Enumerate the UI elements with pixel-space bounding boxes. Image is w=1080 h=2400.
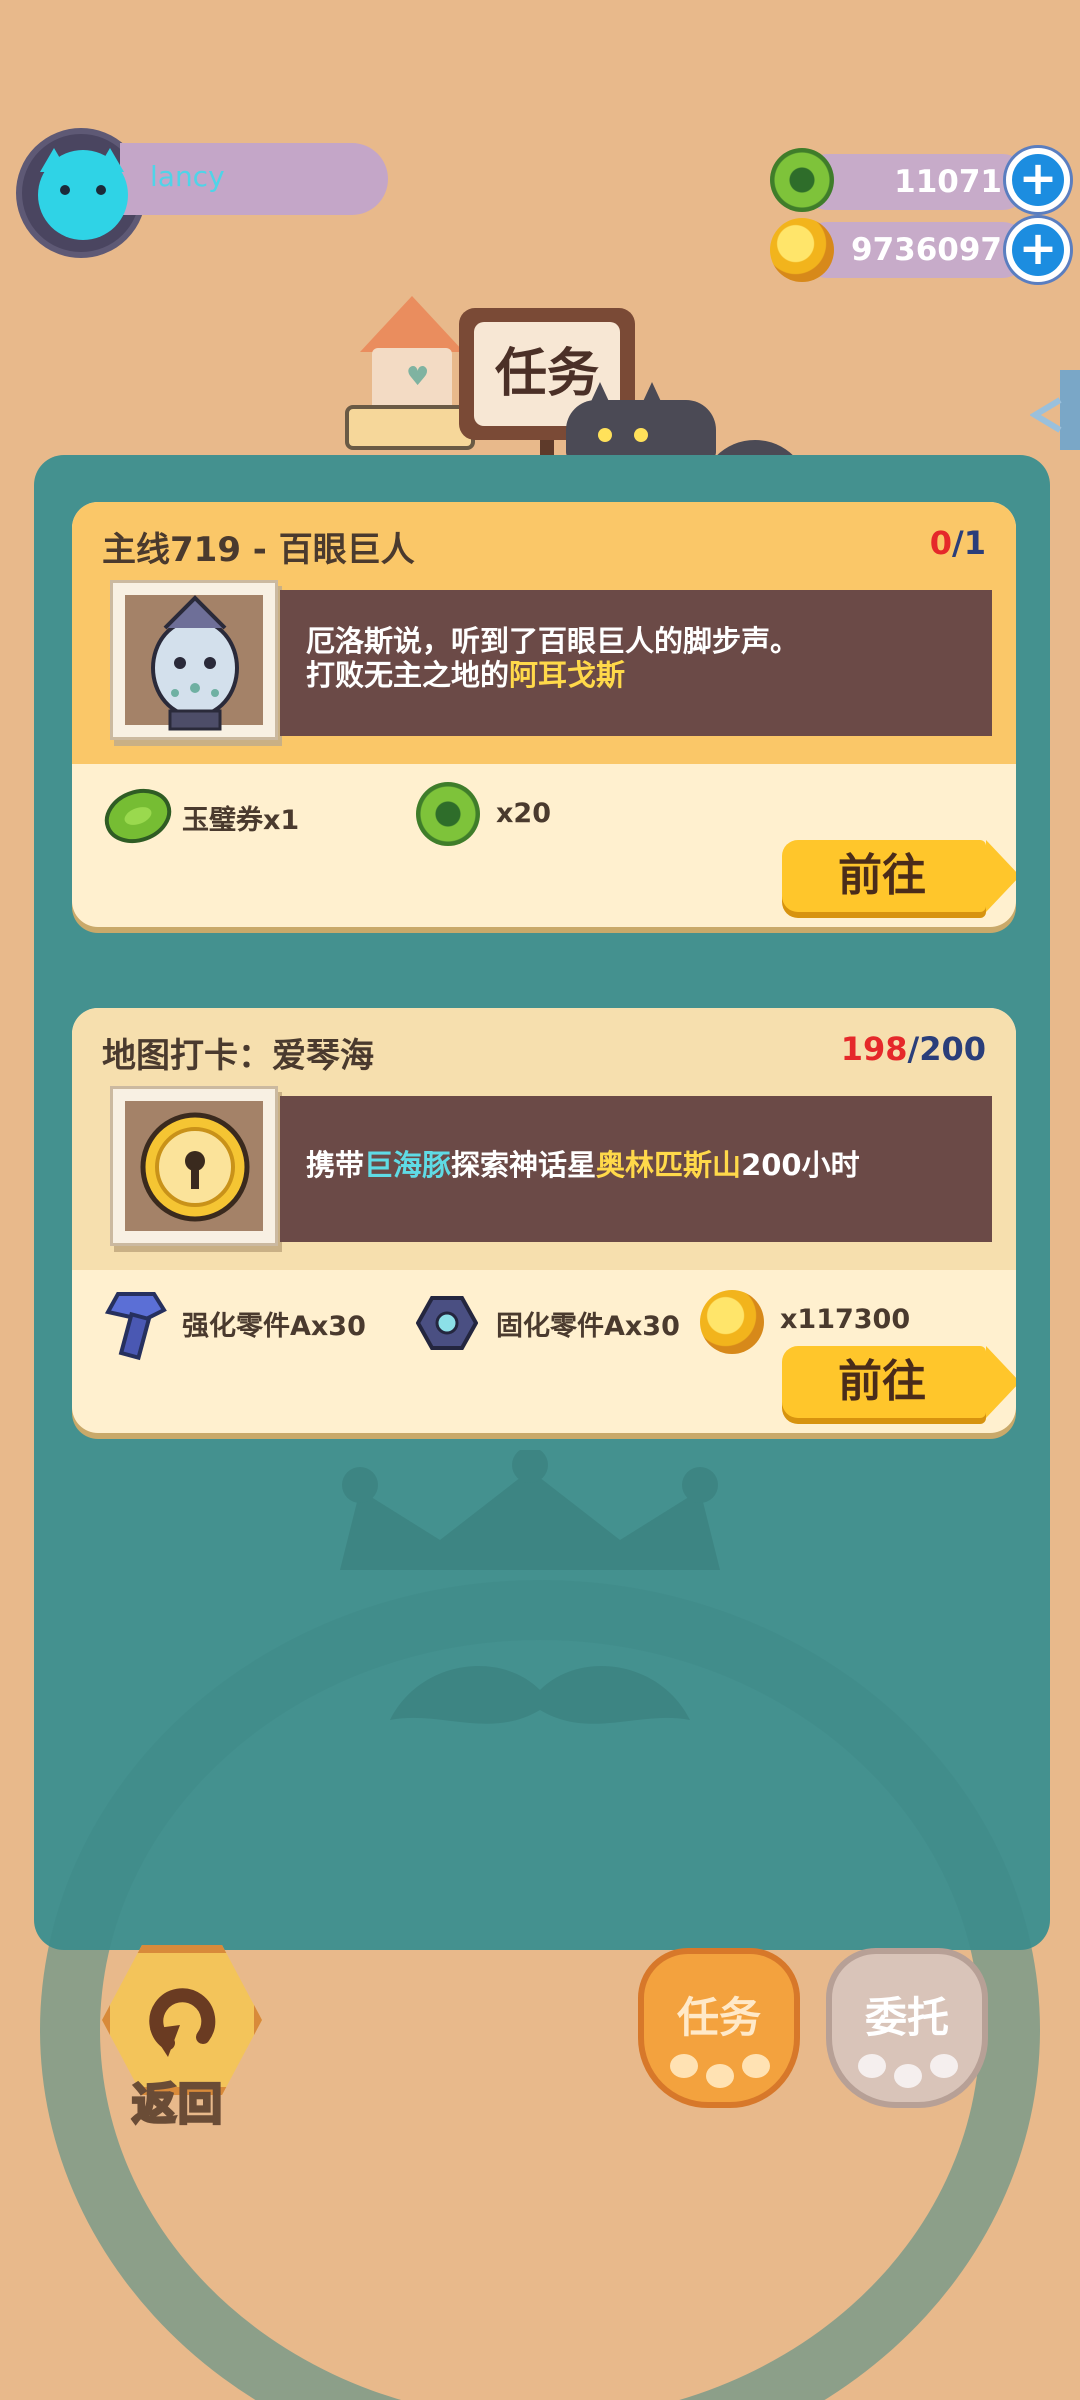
paw-toe — [670, 2054, 698, 2078]
return-arrow-icon — [149, 1988, 216, 2057]
task-description: 厄洛斯说，听到了百眼巨人的脚步声。 打败无主之地的阿耳戈斯 — [280, 590, 992, 736]
gold-currency-amount: 9736097 — [851, 232, 1002, 268]
progress-current: 0 — [929, 524, 953, 562]
go-button[interactable]: 前往 — [782, 1346, 1016, 1418]
task-progress: 0/1 — [930, 524, 986, 562]
desc-highlight-target: 阿耳戈斯 — [509, 658, 626, 692]
desc-text: 打败无主之地的 — [306, 658, 510, 692]
go-button[interactable]: 前往 — [782, 840, 1016, 912]
desc-highlight-pet: 巨海豚 — [364, 1148, 452, 1182]
nut-icon — [416, 1296, 478, 1350]
paw-toe — [930, 2054, 958, 2078]
paw-toe — [742, 2054, 770, 2078]
argus-monster-icon — [151, 595, 239, 731]
desc-text: 探索神话星 — [451, 1148, 597, 1182]
task-description-line2: 打败无主之地的阿耳戈斯 — [306, 658, 992, 692]
cat-eye-right — [634, 428, 648, 442]
jade-voucher-icon — [104, 788, 172, 844]
player-name: lancy — [150, 160, 225, 193]
jade-coin-icon — [416, 782, 480, 846]
add-jade-button[interactable]: + — [1006, 148, 1070, 212]
progress-total: 1 — [963, 524, 986, 562]
tab-commission[interactable]: 委托 — [826, 1948, 988, 2108]
task-progress: 198/200 — [841, 1030, 986, 1068]
paw-toe — [858, 2054, 886, 2078]
cat-eye-left — [598, 428, 612, 442]
progress-current: 198 — [840, 1030, 908, 1068]
task-title: 主线719 - 百眼巨人 — [102, 530, 415, 570]
avatar[interactable] — [38, 150, 128, 240]
reward-label: 玉璧券x1 — [182, 805, 300, 836]
paw-toe — [706, 2064, 734, 2088]
books-icon — [345, 405, 475, 450]
desc-highlight-location: 奥林匹斯山 — [596, 1148, 742, 1182]
gold-coin-icon — [770, 218, 834, 282]
add-gold-button[interactable]: + — [1006, 218, 1070, 282]
desc-text: 携带 — [306, 1148, 365, 1182]
task-card-map-checkin: 地图打卡：爱琴海 198/200 携带巨海豚探索神话星奥林匹斯山200小时 强化… — [72, 1008, 1016, 1433]
progress-total: 200 — [919, 1030, 986, 1068]
tab-commission-label: 委托 — [864, 1993, 949, 2042]
crown-watermark-icon — [340, 1450, 720, 1570]
compass-medal-icon — [140, 1112, 250, 1222]
back-label: 返回 — [131, 2078, 224, 2132]
gold-coin-icon — [700, 1290, 764, 1354]
task-card-main-quest: 主线719 - 百眼巨人 0/1 厄洛斯说，听到了百眼巨人的脚步声。 打败无主之… — [72, 502, 1016, 927]
tab-tasks[interactable]: 任务 — [638, 1948, 800, 2108]
reward-label: 强化零件Ax30 — [182, 1311, 366, 1342]
tab-tasks-label: 任务 — [676, 1993, 761, 2042]
house-roof-icon — [360, 296, 464, 352]
mustache-watermark-icon — [390, 1666, 690, 1724]
paw-toe — [894, 2064, 922, 2088]
avatar-eye-left — [60, 185, 70, 195]
heart-icon: ♥ — [406, 362, 430, 392]
task-description: 携带巨海豚探索神话星奥林匹斯山200小时 — [280, 1096, 992, 1242]
jade-coin-icon — [770, 148, 834, 212]
quest-portrait-frame — [110, 580, 278, 740]
side-clip-icon[interactable] — [1030, 370, 1080, 450]
reward-label: x20 — [496, 798, 551, 829]
reward-label: x117300 — [780, 1304, 911, 1335]
reward-label: 固化零件Ax30 — [496, 1311, 680, 1342]
bolt-icon — [104, 1292, 167, 1361]
progress-separator: / — [907, 1030, 920, 1068]
checkin-icon-frame — [110, 1086, 278, 1246]
desc-text: 200小时 — [741, 1148, 860, 1182]
task-description-line1: 厄洛斯说，听到了百眼巨人的脚步声。 — [306, 624, 800, 658]
jade-currency-amount: 11071 — [894, 164, 1002, 200]
task-title: 地图打卡：爱琴海 — [102, 1036, 374, 1076]
avatar-eye-right — [96, 185, 106, 195]
progress-separator: / — [952, 524, 964, 562]
